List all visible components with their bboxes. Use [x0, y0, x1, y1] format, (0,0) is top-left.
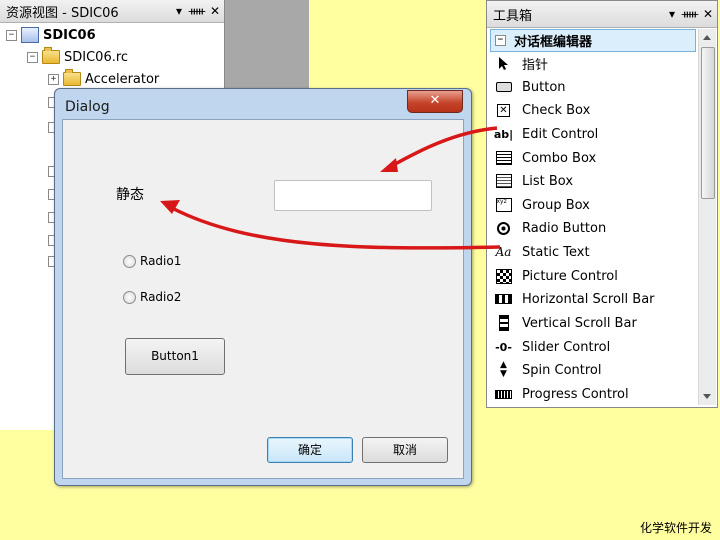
tree-item-rc[interactable]: − SDIC06.rc: [27, 47, 128, 67]
project-icon: [21, 27, 39, 43]
toolbox-item-label: Horizontal Scroll Bar: [522, 291, 655, 307]
button-icon: [495, 80, 512, 95]
scroll-up-icon[interactable]: [703, 35, 711, 40]
toolbox-item-label: Check Box: [522, 102, 591, 118]
pointer-icon: [495, 56, 512, 71]
radio2[interactable]: Radio2: [123, 290, 181, 304]
toolbox-item-label: Radio Button: [522, 220, 607, 236]
toolbox-item-horizontal-scroll-bar[interactable]: Horizontal Scroll Bar: [495, 288, 655, 310]
toolbox-item-group-box[interactable]: xyz Group Box: [495, 194, 590, 216]
list-box-icon: [495, 174, 512, 189]
edit-control[interactable]: [274, 180, 432, 211]
close-button[interactable]: ✕: [407, 90, 463, 113]
toolbox-item-static-text[interactable]: Aa Static Text: [495, 241, 590, 263]
toolbox-scrollbar[interactable]: [698, 29, 716, 405]
toolbox-item-label: Combo Box: [522, 150, 597, 166]
ok-button[interactable]: 确定: [267, 437, 353, 463]
toolbox-item-pointer[interactable]: 指针: [495, 52, 548, 74]
radio-label: Radio1: [140, 254, 182, 268]
collapse-icon[interactable]: −: [495, 35, 506, 46]
collapse-icon[interactable]: −: [27, 51, 38, 63]
toolbox-item-check-box[interactable]: ✕ Check Box: [495, 99, 590, 121]
pin-icon[interactable]: ᚔ: [188, 4, 206, 18]
toolbox-item-label: List Box: [522, 173, 574, 189]
hscroll-icon: [495, 292, 512, 307]
static-text-label[interactable]: 静态: [116, 184, 144, 204]
resource-view-titlebar: 资源视图 - SDIC06 ▾ ᚔ ✕: [0, 0, 224, 23]
toolbox-item-label: Progress Control: [522, 386, 629, 402]
radio-icon: [123, 254, 136, 268]
toolbox-item-button[interactable]: Button: [495, 76, 566, 98]
toolbox-group-dialog-editor[interactable]: − 对话框编辑器: [490, 29, 696, 52]
toolbox-item-vertical-scroll-bar[interactable]: Vertical Scroll Bar: [495, 312, 637, 334]
toolbox-item-label: Button: [522, 79, 566, 95]
dropdown-icon[interactable]: ▾: [170, 4, 188, 18]
toolbox-item-label: Edit Control: [522, 126, 599, 142]
toolbox-item-label: Static Text: [522, 244, 590, 260]
edit-control-icon: ab|: [493, 127, 514, 141]
toolbox-item-slider-control[interactable]: -0- Slider Control: [495, 336, 610, 358]
toolbox-item-label: Group Box: [522, 197, 590, 213]
spin-icon: ▲ ▼: [500, 360, 507, 379]
dropdown-icon[interactable]: ▾: [663, 7, 681, 21]
vscroll-icon: [495, 315, 512, 331]
pin-icon[interactable]: ᚔ: [681, 7, 699, 21]
toolbox-item-edit-control[interactable]: ab| Edit Control: [493, 123, 599, 145]
tree-item-label: Accelerator: [85, 71, 160, 87]
toolbox-item-list-box[interactable]: List Box: [495, 170, 573, 192]
radio-icon: [123, 290, 136, 304]
picture-control-icon: [495, 268, 512, 284]
toolbox-panel: 工具箱 ▾ ᚔ ✕ − 对话框编辑器 指针 Button ✕ Check Box…: [486, 0, 718, 408]
scroll-down-icon[interactable]: [703, 394, 711, 399]
static-text-icon: Aa: [495, 245, 512, 259]
toolbox-titlebar: 工具箱 ▾ ᚔ ✕: [487, 1, 717, 28]
close-icon[interactable]: ✕: [699, 7, 717, 21]
toolbox-item-spin-control[interactable]: ▲ ▼ Spin Control: [495, 359, 601, 381]
folder-icon: [63, 69, 81, 86]
radio1[interactable]: Radio1: [123, 254, 181, 268]
tree-item-label: SDIC06: [43, 27, 96, 43]
cancel-button[interactable]: 取消: [362, 437, 448, 463]
progress-icon: [495, 387, 512, 402]
toolbox-item-label: Slider Control: [522, 339, 611, 355]
tree-item-accelerator[interactable]: + Accelerator: [48, 69, 159, 89]
dialog-title: Dialog: [65, 99, 110, 115]
toolbox-group-label: 对话框编辑器: [514, 35, 593, 50]
toolbox-item-picture-control[interactable]: Picture Control: [495, 265, 618, 287]
combo-box-icon: [495, 151, 512, 166]
radio-label: Radio2: [140, 290, 182, 304]
toolbox-item-label: Picture Control: [522, 268, 618, 284]
slider-icon: -0-: [495, 340, 512, 354]
tree-item-project[interactable]: − SDIC06: [6, 25, 96, 45]
folder-icon: [42, 47, 60, 64]
footer-text: 化学软件开发: [639, 521, 712, 535]
toolbox-item-label: Vertical Scroll Bar: [522, 315, 637, 331]
group-box-icon: xyz: [495, 198, 512, 213]
toolbox-item-radio-button[interactable]: Radio Button: [495, 217, 606, 239]
toolbox-item-label: Spin Control: [522, 362, 602, 378]
toolbox-item-progress-control[interactable]: Progress Control: [495, 383, 629, 405]
toolbox-item-label: 指针: [522, 57, 549, 73]
scroll-thumb[interactable]: [701, 47, 715, 199]
button1[interactable]: Button1: [125, 338, 225, 375]
resource-view-title: 资源视图 - SDIC06: [6, 5, 119, 21]
radio-button-icon: [495, 221, 512, 236]
dialog-client-area: 静态 Radio1 Radio2 Button1 确定 取消: [62, 119, 464, 479]
tree-item-label: SDIC06.rc: [64, 49, 129, 65]
expand-icon[interactable]: +: [48, 73, 59, 85]
collapse-icon[interactable]: −: [6, 29, 17, 41]
toolbox-item-combo-box[interactable]: Combo Box: [495, 147, 596, 169]
close-icon[interactable]: ✕: [206, 4, 224, 18]
checkbox-icon: ✕: [495, 103, 512, 118]
toolbox-title: 工具箱: [493, 8, 533, 24]
dialog-window[interactable]: Dialog ✕ 静态 Radio1 Radio2 Button1 确定 取消: [54, 88, 472, 486]
